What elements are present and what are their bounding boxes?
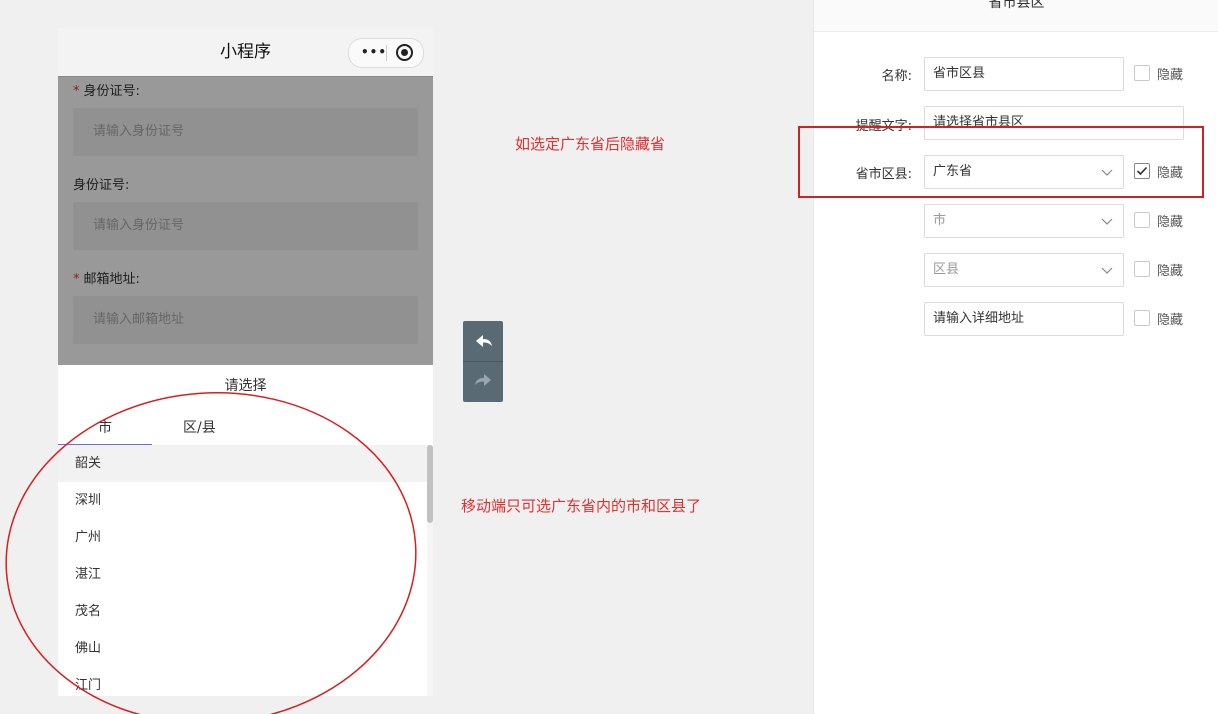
field-label-name: 名称:	[881, 69, 912, 84]
field-placeholder: 区县	[933, 262, 960, 277]
hide-label: 隐藏	[1157, 313, 1184, 328]
annotation-note-top: 如选定广东省后隐藏省	[515, 135, 666, 153]
hide-label: 隐藏	[1157, 264, 1184, 279]
panel-title: 省市县区	[988, 0, 1045, 11]
record-icon[interactable]	[396, 44, 413, 61]
hide-checkbox-district[interactable]	[1134, 261, 1150, 277]
annotation-note-bottom: 移动端只可选广东省内的市和区县了	[461, 497, 702, 515]
hide-checkbox-city[interactable]	[1134, 212, 1150, 228]
redo-icon	[475, 374, 491, 386]
redo-button[interactable]	[463, 362, 503, 402]
address-field[interactable]: 请输入详细地址	[924, 302, 1124, 336]
modal-mask[interactable]	[58, 76, 433, 365]
field-placeholder: 市	[933, 213, 947, 228]
annotation-circle	[5, 392, 417, 714]
hide-label: 隐藏	[1157, 68, 1184, 83]
capsule-menu[interactable]: •••	[348, 38, 424, 68]
phone-nav-bar: 小程序 •••	[58, 28, 433, 77]
chevron-down-icon	[1101, 218, 1113, 225]
hide-checkbox-name[interactable]	[1134, 65, 1150, 81]
field-value: 请输入详细地址	[933, 311, 1025, 326]
hide-label: 隐藏	[1157, 215, 1184, 230]
capsule-divider	[386, 45, 387, 61]
name-field[interactable]: 省市区县	[924, 57, 1124, 91]
more-icon[interactable]: •••	[361, 39, 387, 65]
hide-checkbox-address[interactable]	[1134, 310, 1150, 326]
undo-icon	[476, 335, 492, 347]
undo-button[interactable]	[463, 321, 503, 361]
chevron-down-icon	[1101, 267, 1113, 274]
panel-header: 省市县区	[814, 0, 1218, 32]
field-value: 省市区县	[933, 66, 986, 81]
properties-panel: 省市县区 名称: 省市区县 隐藏 提醒文字: 请选择省市县区 省市区县: 广东省…	[813, 0, 1218, 714]
undo-redo-toolbar	[463, 321, 503, 402]
district-select[interactable]: 区县	[924, 253, 1124, 287]
city-select[interactable]: 市	[924, 204, 1124, 238]
annotation-highlight-box	[798, 126, 1204, 198]
